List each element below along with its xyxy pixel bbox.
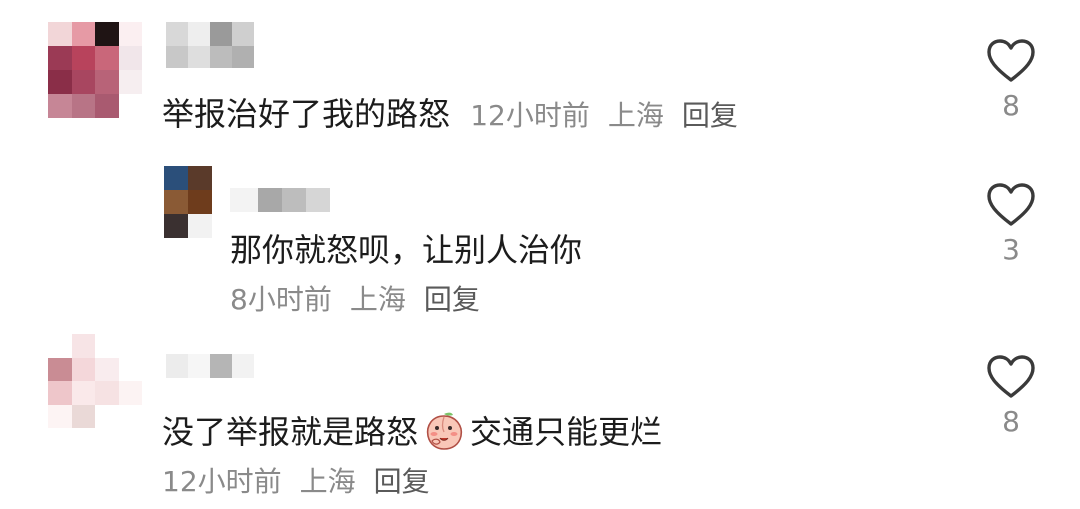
avatar[interactable]: [48, 334, 142, 428]
username-blurred[interactable]: [166, 354, 254, 378]
comment-text-part1: 没了举报就是路怒: [162, 413, 419, 451]
heart-outline-icon: [987, 39, 1035, 82]
peach-face-emoji-icon: [426, 412, 463, 450]
reply-button[interactable]: 回复: [682, 99, 738, 132]
heart-outline-icon: [987, 183, 1035, 226]
comment-meta: 12小时前 上海 回复: [162, 460, 430, 504]
comment-location: 上海: [299, 465, 356, 498]
like-button[interactable]: 3: [983, 182, 1039, 268]
reply-location: 上海: [349, 283, 406, 316]
reply-button[interactable]: 回复: [424, 283, 480, 316]
comment-line: 没了举报就是路怒 交通只能更烂: [162, 408, 662, 454]
comment-time: 12小时前: [470, 99, 590, 132]
like-button[interactable]: 8: [983, 38, 1039, 124]
heart-outline-icon: [987, 355, 1035, 398]
reply-time: 8小时前: [230, 283, 332, 316]
reply-comment: 那你就怒呗，让别人治你 8小时前 上海 回复 3: [0, 160, 1080, 330]
comment-1: 举报治好了我的路怒 12小时前 上海 回复 8: [0, 0, 1080, 160]
like-button[interactable]: 8: [983, 354, 1039, 440]
comment-text-part2: 交通只能更烂: [470, 413, 663, 451]
reply-meta: 8小时前 上海 回复: [230, 278, 480, 322]
avatar[interactable]: [164, 166, 212, 238]
comment-text: 举报治好了我的路怒: [162, 95, 451, 133]
comment-time: 12小时前: [162, 465, 282, 498]
comment-line: 举报治好了我的路怒 12小时前 上海 回复: [162, 92, 738, 138]
like-count: 8: [1002, 405, 1020, 438]
comment-2: 没了举报就是路怒 交通只能更烂 12小时前 上海 回复 8: [0, 330, 1080, 509]
username-blurred[interactable]: [230, 188, 330, 212]
reply-text: 那你就怒呗，让别人治你: [230, 231, 583, 269]
username-blurred-row2: [166, 46, 254, 68]
reply-button[interactable]: 回复: [374, 465, 430, 498]
comment-location: 上海: [607, 99, 664, 132]
like-count: 3: [1002, 233, 1020, 266]
avatar[interactable]: [48, 22, 142, 118]
username-blurred[interactable]: [166, 22, 254, 48]
like-count: 8: [1002, 89, 1020, 122]
